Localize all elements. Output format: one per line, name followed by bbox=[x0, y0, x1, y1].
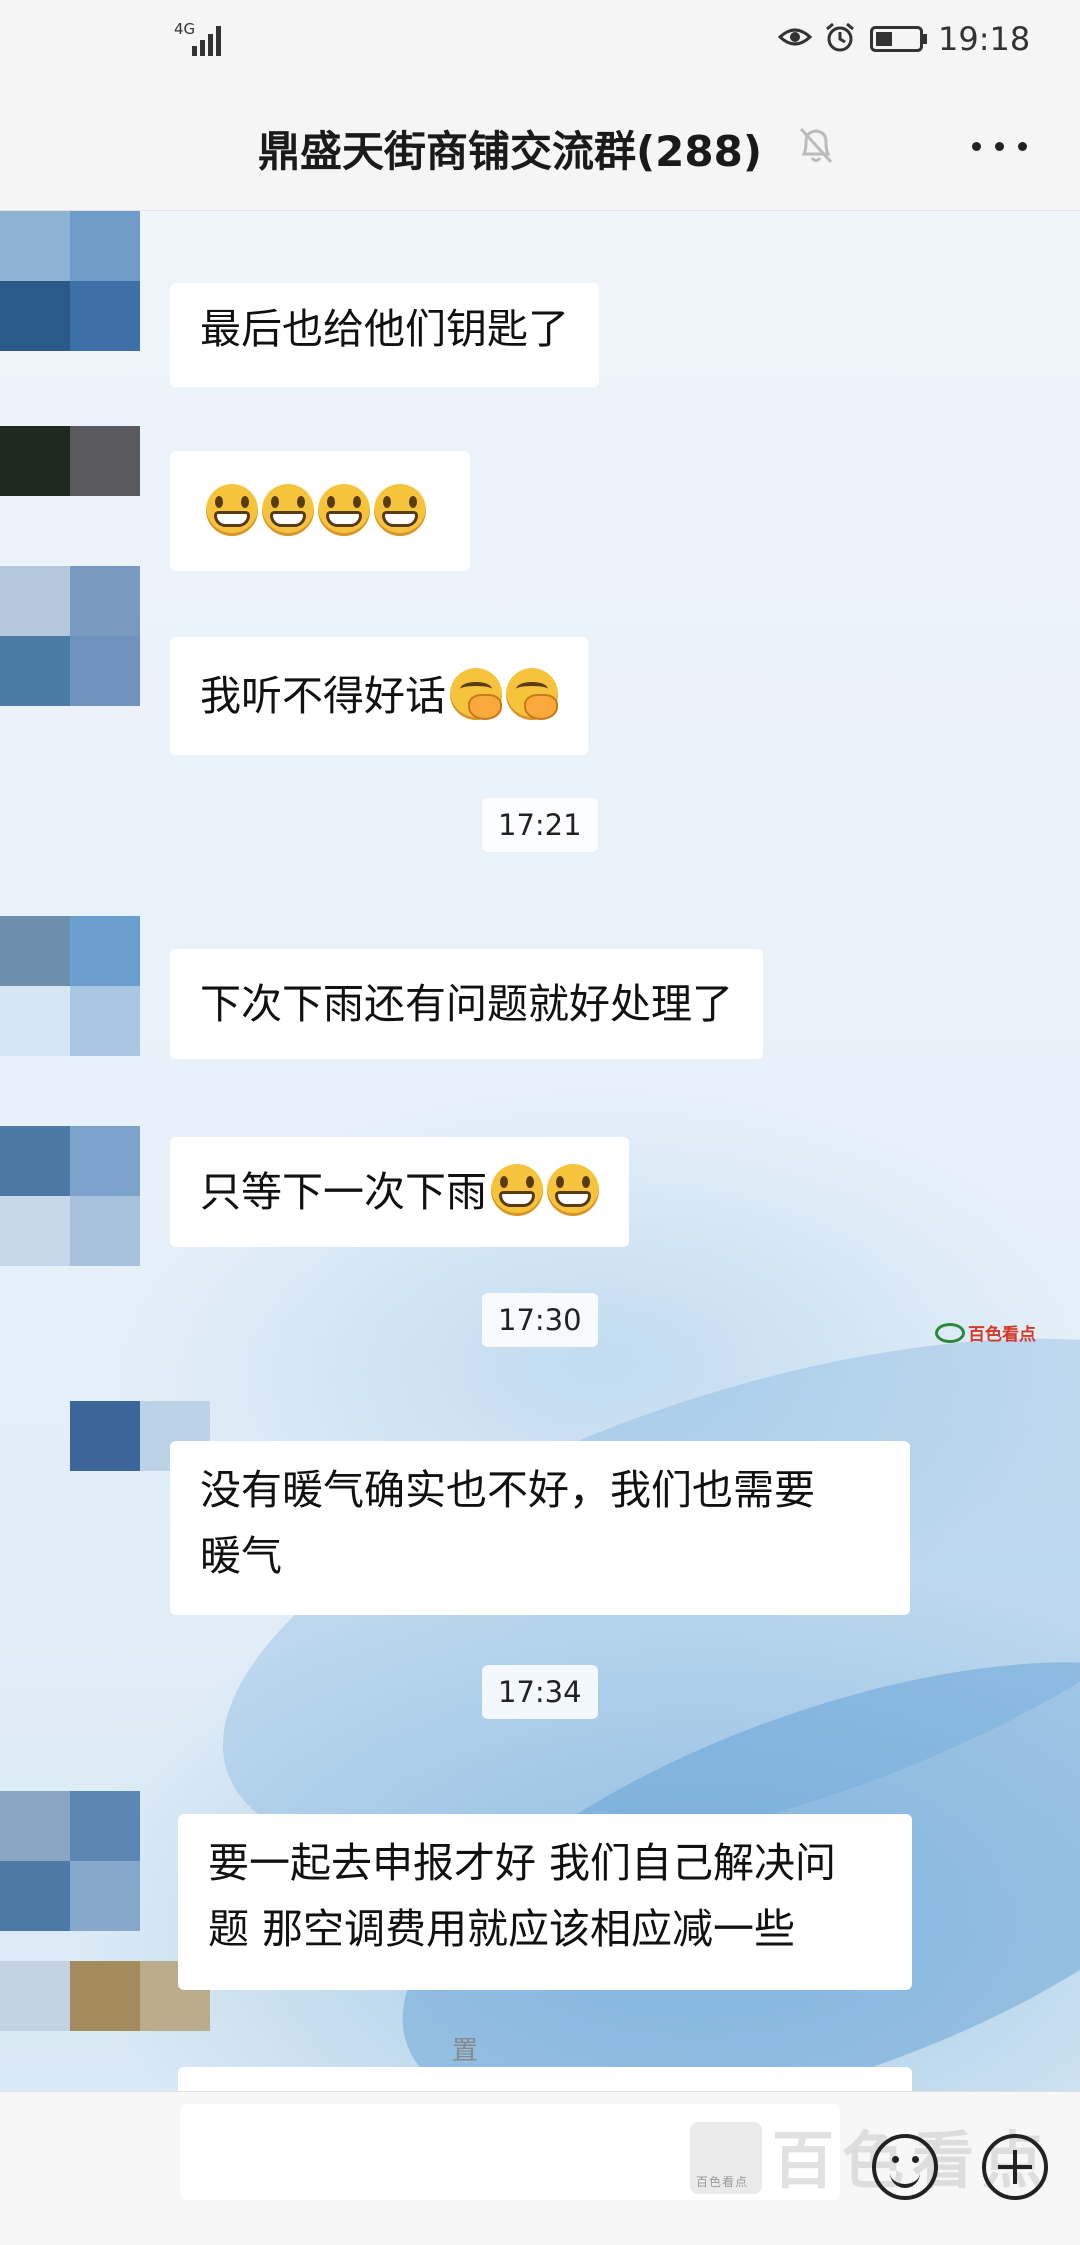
message-bubble[interactable]: 要一起去申报才好 我们自己解决问 题 那空调费用就应该相应减一些 bbox=[178, 1814, 912, 1990]
avatar[interactable] bbox=[70, 281, 140, 351]
avatar[interactable] bbox=[0, 1861, 70, 1931]
avatar[interactable] bbox=[0, 281, 70, 351]
avatar[interactable] bbox=[0, 636, 70, 706]
avatar[interactable] bbox=[70, 1401, 140, 1471]
avatar[interactable] bbox=[0, 1961, 70, 2031]
status-time: 19:18 bbox=[938, 20, 1031, 58]
grin-emoji-icon bbox=[491, 1164, 543, 1216]
group-title[interactable]: 鼎盛天街商铺交流群(288) bbox=[0, 118, 1080, 179]
battery-icon bbox=[870, 26, 927, 52]
message-bubble[interactable] bbox=[170, 451, 470, 571]
message-bubble[interactable]: 没有暖气确实也不好，我们也需要 暖气 bbox=[170, 1441, 910, 1615]
avatar[interactable] bbox=[0, 916, 70, 986]
more-icon[interactable] bbox=[968, 138, 1032, 154]
avatar[interactable] bbox=[0, 986, 70, 1056]
message-text-line: 要一起去申报才好 我们自己解决问 bbox=[208, 1839, 837, 1887]
grin-emoji-icon bbox=[206, 484, 258, 536]
avatar[interactable] bbox=[70, 916, 140, 986]
message-text-line: 题 那空调费用就应该相应减一些 bbox=[208, 1905, 796, 1953]
input-bar: 百色看点 百色看点 bbox=[0, 2091, 1080, 2245]
avatar[interactable] bbox=[70, 1961, 140, 2031]
plus-icon[interactable] bbox=[982, 2134, 1048, 2200]
grin-emoji-icon bbox=[374, 484, 426, 536]
status-bar: 4G 19:18 bbox=[0, 0, 1080, 78]
message-bubble[interactable]: 下次下雨还有问题就好处理了 bbox=[170, 949, 763, 1059]
message-text: 只等下一次下雨 bbox=[200, 1168, 487, 1216]
chat-area[interactable]: 最后也给他们钥匙了 我听不得好话 17:21 下次下雨还有问题就好处理了 只等下… bbox=[0, 211, 1080, 2091]
message-bubble[interactable]: 只等下一次下雨 bbox=[170, 1137, 629, 1247]
avatar[interactable] bbox=[70, 211, 140, 281]
avatar[interactable] bbox=[0, 211, 70, 281]
message-bubble[interactable] bbox=[178, 2067, 912, 2091]
message-timestamp: 17:34 bbox=[482, 1665, 598, 1719]
chat-header: 鼎盛天街商铺交流群(288) bbox=[0, 78, 1080, 211]
message-text: 下次下雨还有问题就好处理了 bbox=[200, 980, 733, 1028]
message-bubble[interactable]: 我听不得好话 bbox=[170, 637, 588, 755]
eye-icon bbox=[778, 28, 812, 46]
avatar[interactable] bbox=[0, 426, 70, 496]
emoji-icon[interactable] bbox=[872, 2134, 938, 2200]
message-text-line: 暖气 bbox=[200, 1532, 282, 1580]
watermark-logo: 百色看点 bbox=[935, 1320, 1036, 1345]
signal-icon bbox=[192, 24, 228, 56]
mute-icon bbox=[799, 127, 833, 164]
facepalm-emoji-icon bbox=[450, 668, 502, 720]
avatar[interactable] bbox=[70, 426, 140, 496]
facepalm-emoji-icon bbox=[506, 668, 558, 720]
avatar[interactable] bbox=[0, 1126, 70, 1196]
avatar[interactable] bbox=[70, 1861, 140, 1931]
grin-emoji-icon bbox=[262, 484, 314, 536]
message-text: 我听不得好话 bbox=[200, 672, 446, 720]
avatar[interactable] bbox=[0, 1791, 70, 1861]
avatar[interactable] bbox=[70, 566, 140, 636]
avatar[interactable] bbox=[0, 566, 70, 636]
message-timestamp: 17:30 bbox=[482, 1293, 598, 1347]
avatar[interactable] bbox=[70, 986, 140, 1056]
avatar[interactable] bbox=[0, 1196, 70, 1266]
message-bubble[interactable]: 最后也给他们钥匙了 bbox=[170, 283, 599, 387]
avatar[interactable] bbox=[70, 1791, 140, 1861]
alarm-icon bbox=[826, 22, 854, 52]
message-text: 最后也给他们钥匙了 bbox=[200, 305, 569, 353]
avatar[interactable] bbox=[70, 1126, 140, 1196]
message-timestamp: 17:21 bbox=[482, 798, 598, 852]
avatar[interactable] bbox=[70, 1196, 140, 1266]
grin-emoji-icon bbox=[318, 484, 370, 536]
avatar[interactable] bbox=[70, 636, 140, 706]
system-note: 置 bbox=[452, 2036, 479, 2066]
message-text-line: 没有暖气确实也不好，我们也需要 bbox=[200, 1466, 815, 1514]
grin-emoji-icon bbox=[547, 1164, 599, 1216]
